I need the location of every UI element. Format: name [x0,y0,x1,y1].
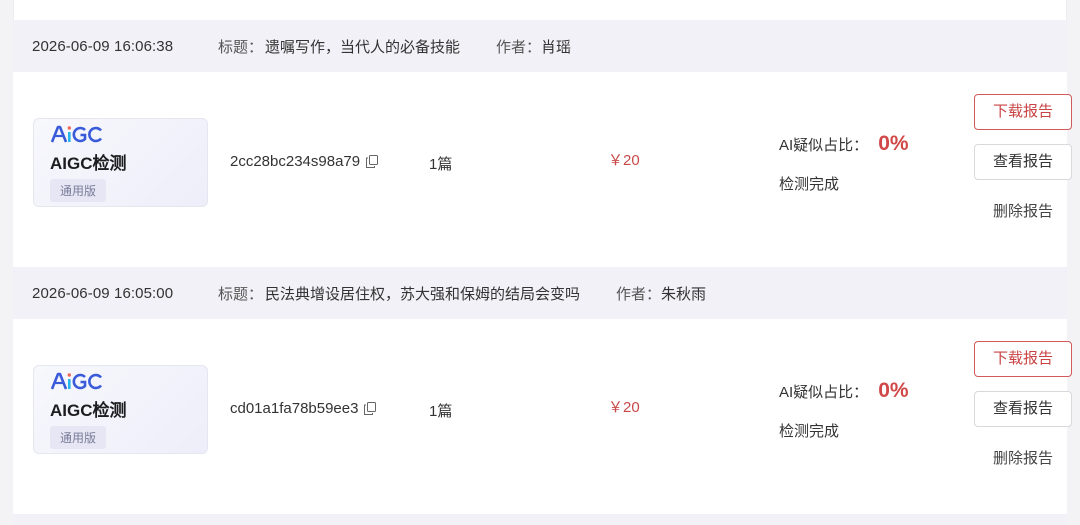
order-time: 2026-06-09 16:06:38 [32,37,174,55]
ai-ratio-value: 0% [878,132,909,155]
title-label: 标题： [218,285,264,303]
copy-icon[interactable] [364,402,377,415]
order-id-text: 2cc28bc234s98a79 [230,153,361,170]
order-title-block: 标题： 民法典增设居住权，苏大强和保姆的结局会变吗 [218,283,580,304]
price: ￥20 [608,152,640,169]
order-id-text: cd01a1fa78b59ee3 [230,400,359,417]
status-text: 检测完成 [779,176,840,193]
status-text: 检测完成 [779,423,840,440]
title-label: 标题： [218,38,264,56]
download-report-button[interactable]: 下载报告 [974,341,1072,377]
ai-ratio: AI疑似占比： 0% [779,379,909,403]
edition-tag: 通用版 [50,179,107,202]
ai-ratio: AI疑似占比： 0% [779,132,909,156]
product-card: AIGC检测 通用版 [33,365,208,454]
aigc-logo [51,370,207,392]
order-time: 2026-06-09 16:05:00 [32,284,174,302]
order-author: 朱秋雨 [661,285,707,303]
view-report-button[interactable]: 查看报告 [974,144,1072,180]
order-author-block: 作者： 朱秋雨 [616,283,706,304]
view-report-button[interactable]: 查看报告 [974,391,1072,427]
delete-report-button[interactable]: 删除报告 [974,441,1072,477]
order-title-block: 标题： 遗嘱写作，当代人的必备技能 [218,36,460,57]
order-author: 肖瑶 [541,38,572,56]
order-id: cd01a1fa78b59ee3 [230,400,377,417]
order-title: 遗嘱写作，当代人的必备技能 [265,38,461,56]
order-body: AIGC检测 通用版 cd01a1fa78b59ee3 1篇 ￥20 AI疑似占… [13,319,1072,514]
product-card: AIGC检测 通用版 [33,118,208,207]
aigc-logo-icon [51,125,103,143]
product-name: AIGC检测 [50,401,127,420]
delete-report-button[interactable]: 删除报告 [974,194,1072,230]
next-order-header-edge [13,514,1067,525]
order-author-block: 作者： 肖瑶 [496,36,571,57]
author-label: 作者： [496,38,542,56]
order-list-page: 2026-06-09 16:06:38 标题： 遗嘱写作，当代人的必备技能 作者… [0,0,1080,525]
previous-order-tail [13,0,1067,20]
order-header: 2026-06-09 16:06:38 标题： 遗嘱写作，当代人的必备技能 作者… [13,20,1067,72]
author-label: 作者： [616,285,662,303]
order-title: 民法典增设居住权，苏大强和保姆的结局会变吗 [265,285,581,303]
aigc-logo-icon [51,372,103,390]
edition-tag: 通用版 [50,426,107,449]
product-name: AIGC检测 [50,154,127,173]
order-id: 2cc28bc234s98a79 [230,153,379,170]
download-report-button[interactable]: 下载报告 [974,94,1072,130]
order-header: 2026-06-09 16:05:00 标题： 民法典增设居住权，苏大强和保姆的… [13,267,1067,319]
aigc-logo [51,123,207,145]
order-body: AIGC检测 通用版 2cc28bc234s98a79 1篇 ￥20 AI疑似占… [13,72,1072,267]
copy-icon[interactable] [366,155,379,168]
quantity: 1篇 [429,156,453,173]
price: ￥20 [608,399,640,416]
ai-ratio-label: AI疑似占比： [779,383,869,401]
quantity: 1篇 [429,403,453,420]
ai-ratio-label: AI疑似占比： [779,136,869,154]
ai-ratio-value: 0% [878,379,909,402]
